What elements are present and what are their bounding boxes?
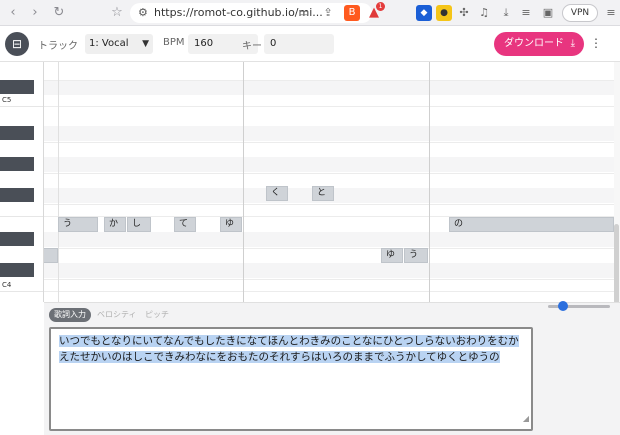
grid-row <box>44 232 614 248</box>
browser-toolbar: ‹ › ↻ ☆ ⚙ https://romot-co.github.io/mi.… <box>0 0 620 26</box>
zoom-slider-thumb[interactable] <box>558 301 568 311</box>
extension-icon[interactable]: ● <box>436 5 452 21</box>
note-block[interactable]: し <box>127 217 151 232</box>
download-button[interactable]: ダウンロード ⤓ <box>494 32 584 56</box>
grid-line <box>44 279 614 280</box>
grid-line <box>44 291 614 292</box>
piano-black-key[interactable] <box>0 157 34 171</box>
tab-pitch[interactable]: ピッチ <box>140 308 174 322</box>
vpn-button[interactable]: VPN <box>562 4 598 22</box>
note-block[interactable] <box>44 248 58 263</box>
note-grid[interactable]: く と う か し て ゆ の ゆ う <box>44 62 614 302</box>
download-label: ダウンロード <box>504 38 564 49</box>
resize-handle-icon[interactable]: ◢ <box>523 411 529 427</box>
reload-icon[interactable]: ↻ <box>50 4 68 22</box>
grid-row <box>44 263 614 279</box>
forward-icon[interactable]: › <box>26 4 44 22</box>
note-block[interactable]: く <box>266 186 288 201</box>
grid-line <box>44 142 614 143</box>
key-divider <box>0 216 43 217</box>
tab-lyrics[interactable]: 歌詞入力 <box>49 308 91 322</box>
grid-line <box>44 248 614 249</box>
grid-line <box>44 173 614 174</box>
puzzle-icon[interactable]: ✣ <box>456 5 472 21</box>
grid-row <box>44 80 614 96</box>
grid-line <box>44 80 614 81</box>
share-icon[interactable]: ⇪ <box>320 5 336 21</box>
piano-black-key[interactable] <box>0 188 34 202</box>
key-label-c5: C5 <box>2 96 12 104</box>
bookmark-icon[interactable]: ☆ <box>108 4 126 22</box>
note-block[interactable]: う <box>58 217 98 232</box>
bpm-value: 160 <box>194 38 214 49</box>
grid-row <box>44 157 614 173</box>
track-select[interactable]: 1: Vocal ▼ <box>85 34 153 54</box>
more-options-icon[interactable]: ⋮ <box>590 37 602 49</box>
key-input[interactable]: 0 <box>264 34 334 54</box>
note-block[interactable]: ゆ <box>381 248 403 263</box>
music-icon[interactable]: ♫ <box>476 5 492 21</box>
piano-black-key[interactable] <box>0 80 34 94</box>
notification-badge: 1 <box>376 2 385 11</box>
reading-list-icon[interactable]: ≡ <box>518 5 534 21</box>
grid-line <box>44 106 614 107</box>
grid-row <box>44 126 614 142</box>
key-divider <box>0 106 43 107</box>
download-icon[interactable]: ⤓ <box>498 5 514 21</box>
key-value: 0 <box>270 38 277 49</box>
browser-menu-icon[interactable]: ≡ <box>603 5 619 21</box>
lyrics-text: いつでもとなりにいてなんでもしたきになてほんとわきみのことなにひとつしらないおわ… <box>59 335 519 363</box>
key-label: キー <box>242 41 262 52</box>
vpn-label: VPN <box>570 8 590 18</box>
site-settings-icon[interactable]: ⚙ <box>138 6 148 19</box>
sidebar-icon[interactable]: ▣ <box>540 5 556 21</box>
key-divider <box>0 291 43 292</box>
note-block[interactable]: と <box>312 186 334 201</box>
app-window: ‹ › ↻ ☆ ⚙ https://romot-co.github.io/mi.… <box>0 0 620 435</box>
chevron-down-icon: ▼ <box>142 39 149 49</box>
track-value: 1: Vocal <box>89 38 129 49</box>
bar-line <box>243 62 244 302</box>
beat-line <box>58 62 59 302</box>
piano-black-key[interactable] <box>0 232 34 246</box>
menu-button[interactable]: ⊟ <box>5 32 29 56</box>
tab-velocity[interactable]: ベロシティ <box>92 308 142 322</box>
piano-keyboard[interactable]: C5 C4 <box>0 62 44 302</box>
key-label-c4: C4 <box>2 281 12 289</box>
piano-black-key[interactable] <box>0 263 34 277</box>
menu-icon: ⊟ <box>11 37 23 51</box>
cast-icon[interactable]: ▭ <box>296 5 312 21</box>
lyrics-textarea[interactable]: いつでもとなりにいてなんでもしたきになてほんとわきみのことなにひとつしらないおわ… <box>49 327 533 431</box>
piano-black-key[interactable] <box>0 126 34 140</box>
track-label: トラック <box>38 41 78 52</box>
brave-shield-icon[interactable]: B <box>344 5 360 21</box>
bpm-label: BPM <box>163 37 185 48</box>
note-block[interactable]: ゆ <box>220 217 242 232</box>
grid-line <box>44 204 614 205</box>
app-toolbar: ⊟ トラック 1: Vocal ▼ BPM 160 キー 0 ダウンロード ⤓ … <box>0 26 620 62</box>
download-icon: ⤓ <box>570 38 575 49</box>
note-block[interactable]: か <box>104 217 126 232</box>
back-icon[interactable]: ‹ <box>4 4 22 22</box>
bar-line <box>429 62 430 302</box>
note-block[interactable]: う <box>404 248 428 263</box>
scrollbar-thumb[interactable] <box>614 224 619 304</box>
note-block[interactable]: て <box>174 217 196 232</box>
note-block[interactable]: の <box>449 217 614 232</box>
password-manager-icon[interactable]: ◆ <box>416 5 432 21</box>
